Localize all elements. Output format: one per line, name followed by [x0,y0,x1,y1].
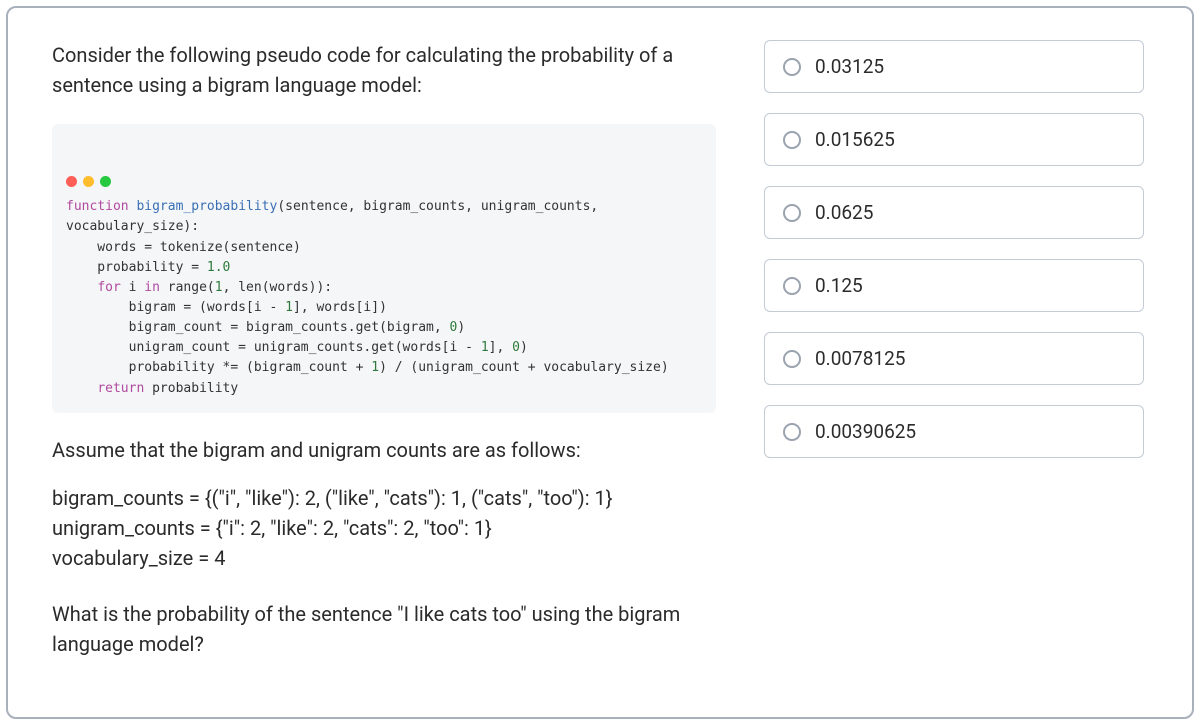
vocab-size-line: vocabulary_size = 4 [52,543,716,573]
option-3[interactable]: 0.0625 [764,186,1144,239]
radio-icon [783,423,801,441]
options-column: 0.03125 0.015625 0.0625 0.125 0.0078125 … [764,40,1144,685]
bigram-counts-line: bigram_counts = {("i", "like"): 2, ("lik… [52,483,716,513]
option-label: 0.00390625 [815,420,916,443]
unigram-counts-line: unigram_counts = {"i": 2, "like": 2, "ca… [52,513,716,543]
radio-icon [783,277,801,295]
question-column: Consider the following pseudo code for c… [52,40,716,685]
option-6[interactable]: 0.00390625 [764,405,1144,458]
option-label: 0.03125 [815,55,884,78]
assume-text: Assume that the bigram and unigram count… [52,435,716,465]
radio-icon [783,131,801,149]
radio-icon [783,204,801,222]
option-label: 0.0625 [815,201,873,224]
given-data: bigram_counts = {("i", "like"): 2, ("lik… [52,483,716,573]
question-intro: Consider the following pseudo code for c… [52,40,716,100]
radio-icon [783,350,801,368]
zoom-dot-icon [100,176,111,187]
option-label: 0.0078125 [815,347,905,370]
option-5[interactable]: 0.0078125 [764,332,1144,385]
final-question: What is the probability of the sentence … [52,599,716,659]
close-dot-icon [66,176,77,187]
option-label: 0.015625 [815,128,895,151]
code-block: function bigram_probability(sentence, bi… [52,124,716,413]
option-4[interactable]: 0.125 [764,259,1144,312]
traffic-lights [66,176,702,187]
minimize-dot-icon [83,176,94,187]
option-2[interactable]: 0.015625 [764,113,1144,166]
option-label: 0.125 [815,274,863,297]
question-frame: Consider the following pseudo code for c… [6,6,1194,719]
radio-icon [783,58,801,76]
option-1[interactable]: 0.03125 [764,40,1144,93]
